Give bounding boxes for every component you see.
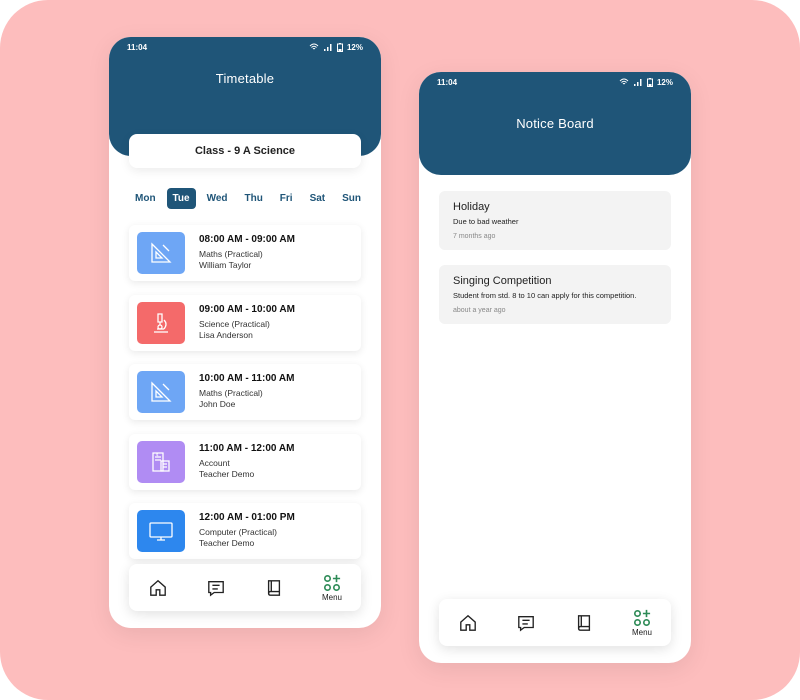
book-icon bbox=[577, 614, 591, 631]
period-teacher: Teacher Demo bbox=[199, 468, 255, 479]
message-icon bbox=[208, 580, 224, 597]
class-selector[interactable]: Class - 9 A Science bbox=[129, 134, 361, 168]
home-icon bbox=[460, 614, 476, 631]
tab-sat[interactable]: Sat bbox=[304, 188, 332, 209]
notice-title: Holiday bbox=[453, 201, 490, 213]
signal-icon bbox=[633, 79, 642, 86]
period-subject: Account bbox=[199, 457, 230, 468]
period-card[interactable]: 10:00 AM - 11:00 AM Maths (Practical) Jo… bbox=[129, 364, 361, 420]
notice-time: 7 months ago bbox=[453, 232, 496, 240]
message-icon bbox=[518, 615, 534, 632]
notice-board-header: 11:04 12% Notice Board bbox=[419, 72, 691, 175]
status-bar: 11:04 12% bbox=[109, 37, 381, 57]
signal-icon bbox=[323, 44, 332, 51]
period-teacher: William Taylor bbox=[199, 260, 252, 270]
period-subject: Maths (Practical) bbox=[199, 249, 263, 259]
period-time: 09:00 AM - 10:00 AM bbox=[199, 303, 295, 315]
period-subject: Maths (Practical) bbox=[199, 388, 263, 398]
ruler-triangle-icon bbox=[137, 232, 185, 274]
ruler-triangle-icon bbox=[137, 371, 185, 413]
page-title: Timetable bbox=[215, 71, 275, 86]
period-card[interactable]: 08:00 AM - 09:00 AM Maths (Practical) Wi… bbox=[129, 225, 361, 281]
battery-icon bbox=[336, 42, 343, 52]
wifi-icon bbox=[309, 43, 319, 50]
menu-button[interactable]: Menu bbox=[310, 568, 354, 608]
menu-button[interactable]: Menu bbox=[620, 603, 664, 643]
status-icons: 12% bbox=[619, 77, 673, 87]
tab-fri[interactable]: Fri bbox=[274, 188, 299, 209]
notice-card[interactable]: Holiday Due to bad weather 7 months ago bbox=[439, 191, 671, 250]
bottom-nav: Menu bbox=[129, 564, 361, 611]
period-teacher: Lisa Anderson bbox=[199, 329, 253, 340]
period-card[interactable]: 09:00 AM - 10:00 AM Science (Practical) … bbox=[129, 294, 361, 351]
book-icon bbox=[267, 579, 281, 596]
notice-body: Student from std. 8 to 10 can apply for … bbox=[453, 290, 637, 300]
period-card[interactable]: 12:00 AM - 01:00 PM Computer (Practical)… bbox=[129, 503, 361, 559]
calculator-document-icon: $ bbox=[137, 440, 185, 483]
notice-title: Singing Competition bbox=[453, 274, 552, 287]
notice-time: about a year ago bbox=[453, 306, 506, 314]
status-time: 11:04 bbox=[437, 77, 458, 87]
battery-percent: 12% bbox=[656, 77, 673, 87]
period-list: 08:00 AM - 09:00 AM Maths (Practical) Wi… bbox=[129, 225, 361, 573]
grid-plus-icon bbox=[323, 574, 341, 591]
battery-percent: 12% bbox=[346, 42, 363, 52]
status-bar: 11:04 12% bbox=[419, 72, 691, 92]
period-subject: Science (Practical) bbox=[199, 318, 270, 329]
period-card[interactable]: $ 11:00 AM - 12:00 AM Account Teacher De… bbox=[129, 433, 361, 490]
period-time: 12:00 AM - 01:00 PM bbox=[199, 512, 295, 523]
tab-mon[interactable]: Mon bbox=[129, 188, 162, 209]
monitor-icon bbox=[137, 510, 185, 552]
microscope-icon bbox=[137, 301, 185, 344]
period-subject: Computer (Practical) bbox=[199, 527, 277, 537]
messages-button[interactable] bbox=[194, 568, 238, 608]
home-button[interactable] bbox=[446, 603, 490, 643]
period-teacher: John Doe bbox=[199, 399, 236, 409]
bottom-nav: Menu bbox=[439, 599, 671, 646]
status-icons: 12% bbox=[309, 42, 363, 52]
notice-board-screen: 11:04 12% Notice Board Holiday Due to ba… bbox=[419, 72, 691, 663]
period-time: 11:00 AM - 12:00 AM bbox=[199, 442, 295, 454]
menu-label: Menu bbox=[631, 627, 652, 637]
wifi-icon bbox=[619, 78, 629, 85]
book-button[interactable] bbox=[562, 603, 606, 643]
period-teacher: Teacher Demo bbox=[199, 538, 255, 548]
tab-tue[interactable]: Tue bbox=[166, 187, 196, 209]
notice-body: Due to bad weather bbox=[453, 217, 519, 226]
tab-wed[interactable]: Wed bbox=[201, 188, 234, 209]
notice-card[interactable]: Singing Competition Student from std. 8 … bbox=[439, 264, 671, 324]
tab-thu[interactable]: Thu bbox=[238, 188, 268, 209]
tab-sun[interactable]: Sun bbox=[336, 188, 367, 209]
home-icon bbox=[150, 579, 166, 596]
menu-label: Menu bbox=[321, 592, 342, 602]
home-button[interactable] bbox=[136, 568, 180, 608]
grid-plus-icon bbox=[633, 609, 651, 626]
book-button[interactable] bbox=[252, 568, 296, 608]
period-time: 10:00 AM - 11:00 AM bbox=[199, 373, 295, 384]
timetable-screen: 11:04 12% Timetable Class - 9 A Science … bbox=[109, 37, 381, 628]
messages-button[interactable] bbox=[504, 603, 548, 643]
page-title: Notice Board bbox=[516, 116, 594, 131]
day-tabs: Mon Tue Wed Thu Fri Sat Sun bbox=[129, 186, 367, 210]
battery-icon bbox=[646, 77, 653, 87]
status-time: 11:04 bbox=[127, 42, 148, 52]
period-time: 08:00 AM - 09:00 AM bbox=[199, 234, 295, 245]
notice-list: Holiday Due to bad weather 7 months ago … bbox=[439, 191, 671, 339]
